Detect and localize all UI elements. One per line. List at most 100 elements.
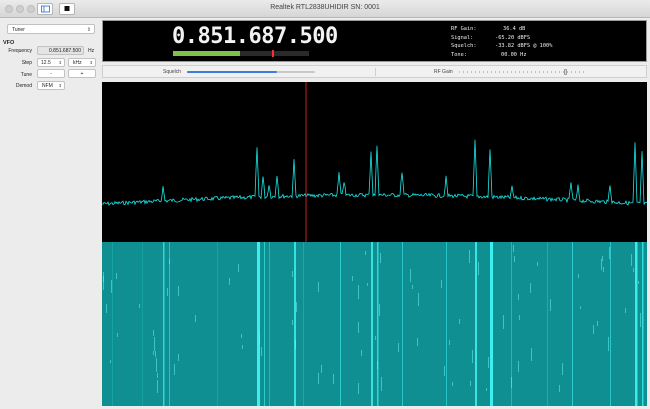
- waterfall-blip: [519, 315, 520, 320]
- tone-label: Tone:: [451, 52, 467, 58]
- squelch-slider[interactable]: [187, 71, 315, 73]
- waterfall-streak: [340, 242, 341, 406]
- step-field[interactable]: 12.5 ⇕: [37, 58, 65, 67]
- waterfall-blip: [503, 315, 504, 329]
- waterfall-streak: [294, 242, 296, 406]
- waterfall-blip: [638, 281, 639, 284]
- waterfall-blip: [531, 348, 532, 361]
- waterfall-blip: [459, 319, 460, 324]
- chevron-up-down-icon: ⇕: [89, 60, 93, 65]
- receiver-display: 0.851.687.500 RF Gain: 36.4 dB Signal: -…: [102, 20, 647, 62]
- waterfall-blip: [609, 247, 610, 259]
- waterfall-streak: [446, 242, 447, 406]
- waterfall-blip: [513, 245, 514, 252]
- tone-value: 00.00 Hz: [501, 52, 527, 58]
- waterfall-blip: [444, 366, 445, 376]
- waterfall-view[interactable]: [102, 242, 647, 406]
- waterfall-blip: [156, 358, 157, 372]
- step-field-value: 12.5: [41, 60, 51, 66]
- frequency-unit: Hz: [88, 48, 95, 54]
- waterfall-blip: [358, 322, 359, 333]
- waterfall-blip: [625, 308, 626, 313]
- waterfall-blip: [631, 254, 632, 266]
- waterfall-blip: [358, 383, 359, 394]
- waterfall-streak: [163, 242, 165, 406]
- frequency-field-value: 0.851.687.500: [49, 48, 81, 54]
- squelch-marker: [272, 50, 275, 57]
- waterfall-blip: [472, 350, 473, 363]
- waterfall-blip: [469, 250, 470, 263]
- waterfall-blip: [153, 351, 154, 355]
- waterfall-blip: [361, 350, 362, 356]
- waterfall-blip: [229, 278, 230, 285]
- waterfall-blip: [452, 382, 453, 386]
- waterfall-blip: [103, 276, 104, 290]
- waterfall-blip: [518, 361, 519, 372]
- waterfall-blip: [559, 385, 560, 392]
- title-bar: Realtek RTL2838UHIDIR SN: 0001: [0, 0, 650, 18]
- squelch-info-label: Squelch:: [451, 43, 477, 49]
- step-unit-select[interactable]: kHz ⇕: [68, 58, 96, 67]
- waterfall-blip: [333, 374, 334, 384]
- waterfall-streak: [547, 242, 548, 406]
- waterfall-blip: [365, 251, 366, 255]
- window-title: Realtek RTL2838UHIDIR SN: 0001: [270, 4, 380, 11]
- waterfall-blip: [111, 280, 112, 293]
- waterfall-blip: [449, 340, 450, 345]
- tune-down-label: -: [50, 71, 52, 77]
- waterfall-streak: [490, 242, 493, 406]
- sidebar: Tuner ⇕ VFO Frequency 0.851.687.500 Hz S…: [0, 18, 99, 409]
- tune-label: Tune: [20, 72, 32, 78]
- frequency-field[interactable]: 0.851.687.500: [37, 46, 84, 55]
- step-label: Step: [21, 60, 32, 66]
- waterfall-blip: [412, 285, 413, 289]
- chevron-up-down-icon: ⇕: [86, 27, 91, 33]
- waterfall-blip: [593, 325, 594, 334]
- step-unit-value: kHz: [73, 60, 82, 66]
- demod-select[interactable]: NFM ⇕: [37, 81, 65, 90]
- spectrum-view[interactable]: [102, 82, 647, 242]
- rf-gain-slider-label: RF Gain: [434, 69, 453, 75]
- squelch-slider-fill: [187, 71, 277, 73]
- spectrum-trace: [102, 139, 647, 207]
- waterfall-blip: [153, 330, 154, 336]
- waterfall-blip: [511, 377, 512, 388]
- waterfall-streak: [303, 242, 304, 406]
- waterfall-blip: [578, 274, 579, 278]
- waterfall-blip: [410, 269, 411, 282]
- rf-gain-slider-knob[interactable]: [564, 69, 568, 75]
- waterfall-blip: [602, 256, 603, 261]
- spectrum-plot: [102, 82, 647, 242]
- vfo-section-title: VFO: [3, 40, 15, 46]
- waterfall-blip: [379, 304, 380, 316]
- waterfall-blip: [608, 337, 609, 351]
- waterfall-blip: [261, 347, 262, 356]
- waterfall-streak: [257, 242, 260, 406]
- squelch-slider-label: Squelch: [163, 69, 182, 75]
- tune-up-button[interactable]: +: [68, 69, 96, 78]
- waterfall-blip: [241, 334, 242, 338]
- waterfall-blip: [292, 271, 293, 277]
- tune-up-label: +: [80, 71, 84, 77]
- waterfall-streak: [475, 242, 477, 406]
- waterfall-blip: [358, 285, 359, 299]
- waterfall-blip: [296, 302, 297, 312]
- waterfall-streak: [112, 242, 113, 406]
- waterfall-blip: [117, 333, 118, 337]
- waterfall-blip: [486, 388, 487, 391]
- waterfall-blip: [562, 363, 563, 375]
- waterfall-streak: [264, 242, 265, 406]
- waterfall-blip: [518, 294, 519, 300]
- waterfall-streak: [642, 242, 644, 406]
- rf-gain-slider[interactable]: [459, 69, 587, 75]
- waterfall-blip: [167, 288, 168, 296]
- waterfall-blip: [537, 262, 538, 266]
- waterfall-blip: [478, 262, 479, 275]
- waterfall-blip: [116, 273, 117, 279]
- panel-selector[interactable]: Tuner ⇕: [7, 24, 95, 34]
- waterfall-blip: [398, 343, 399, 352]
- tune-down-button[interactable]: -: [37, 69, 65, 78]
- waterfall-blip: [367, 283, 368, 286]
- panel-selector-value: Tuner: [12, 27, 25, 33]
- waterfall-blip: [110, 360, 111, 363]
